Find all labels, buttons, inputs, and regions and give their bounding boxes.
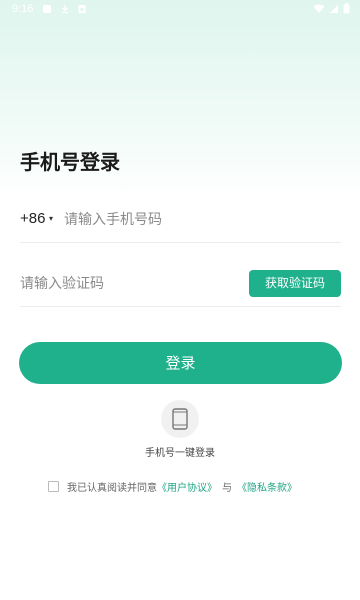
download-icon [62, 5, 68, 14]
notification-square-icon [43, 5, 51, 13]
agreement-checkbox[interactable] [48, 480, 59, 492]
phone-field-row: +86 ▾ [20, 198, 341, 243]
sim-card-icon [78, 5, 86, 13]
login-button[interactable]: 登录 [19, 342, 342, 384]
phone-number-input[interactable] [64, 208, 334, 232]
country-code-selector[interactable]: +86 [20, 210, 45, 227]
agreement-row: 我已认真阅读并同意 《用户协议》 与 《隐私条款》 [48, 478, 297, 494]
wifi-icon [313, 4, 325, 13]
page-title: 手机号登录 [20, 150, 120, 174]
status-bar: 9:16 [0, 0, 360, 20]
status-right-icons [313, 3, 350, 14]
user-agreement-link[interactable]: 《用户协议》 [157, 479, 217, 494]
get-code-button[interactable]: 获取验证码 [249, 270, 341, 297]
verification-code-input[interactable] [20, 272, 230, 296]
status-time: 9:16 [12, 3, 34, 15]
battery-icon [343, 3, 350, 14]
phone-icon [172, 408, 188, 430]
privacy-policy-link[interactable]: 《隐私条款》 [237, 479, 297, 494]
chevron-down-icon[interactable]: ▾ [49, 214, 53, 223]
agreement-text: 我已认真阅读并同意 [67, 482, 157, 494]
code-field-row: 获取验证码 [20, 262, 341, 307]
signal-icon [330, 4, 338, 13]
one-key-login-label: 手机号一键登录 [145, 448, 215, 459]
one-key-login-button[interactable] [161, 400, 199, 438]
agreement-joiner: 与 [222, 482, 232, 494]
